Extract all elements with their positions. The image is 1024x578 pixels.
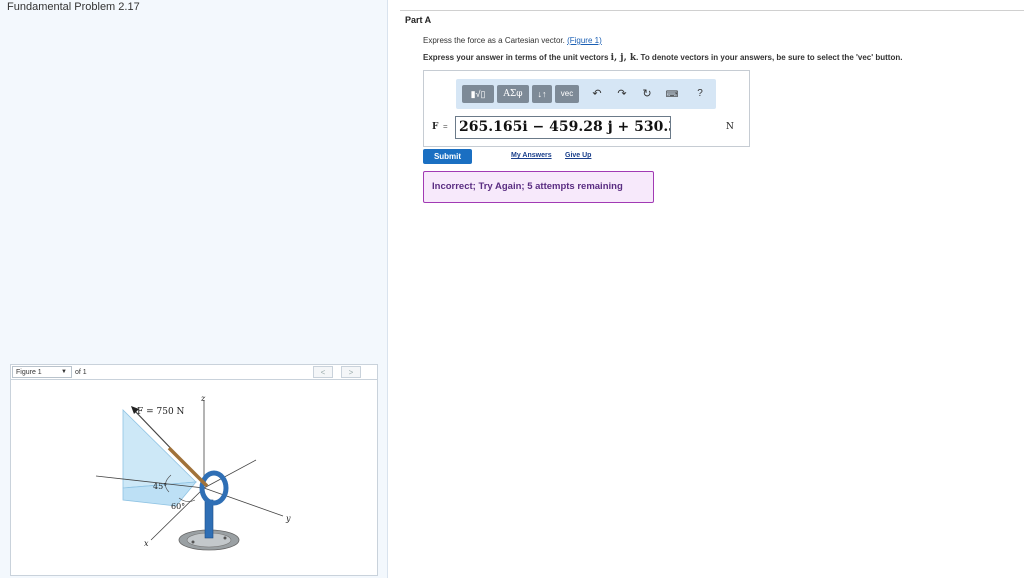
eyebolt-post xyxy=(204,499,214,539)
figure-prev-button[interactable]: < xyxy=(313,366,333,378)
undo-icon[interactable]: ↶ xyxy=(589,85,605,103)
figure-select[interactable]: Figure 1 ▼ xyxy=(12,366,72,378)
figure-count-label: of 1 xyxy=(75,369,87,376)
figure-next-button[interactable]: > xyxy=(341,366,361,378)
instruction-unit-vectors: Express your answer in terms of the unit… xyxy=(423,53,902,63)
y-axis-label: y xyxy=(285,514,291,523)
problem-title: Fundamental Problem 2.17 xyxy=(7,1,140,13)
math-toolbar: ▮√▯ ΑΣφ ↓↑ vec ↶ ↷ ↻ ⌨ ? xyxy=(456,79,716,109)
reset-icon[interactable]: ↻ xyxy=(639,85,655,103)
unit-vectors: i, j, k xyxy=(610,53,637,63)
figure-diagram: F = 750 N 45° 60° z y x xyxy=(95,394,291,551)
feedback-message: Incorrect; Try Again; 5 attempts remaini… xyxy=(423,171,654,203)
left-panel: Fundamental Problem 2.17 Figure 1 ▼ of 1… xyxy=(0,0,388,578)
force-plane-vertical xyxy=(122,409,197,489)
angle-label-45: 45° xyxy=(153,482,167,491)
instruction-2-prefix: Express your answer in terms of the unit… xyxy=(423,53,609,62)
bolt-icon xyxy=(191,540,195,544)
vec-button[interactable]: vec xyxy=(555,85,579,103)
templates-button[interactable]: ▮√▯ xyxy=(462,85,494,103)
submit-button[interactable]: Submit xyxy=(423,149,472,164)
symbols-button[interactable]: ΑΣφ xyxy=(497,85,529,103)
figure-navigation-bar: Figure 1 ▼ of 1 < > xyxy=(10,364,378,380)
x-axis-label: x xyxy=(144,539,149,548)
give-up-link[interactable]: Give Up xyxy=(565,152,591,159)
part-divider xyxy=(400,10,1024,11)
instruction-2-suffix: . To denote vectors in your answers, be … xyxy=(636,53,903,62)
figure-image-area: F = 750 N 45° 60° z y x xyxy=(10,380,378,576)
answer-input[interactable]: 265.165i − 459.28 j + 530.33k xyxy=(455,116,671,139)
angle-label-60: 60° xyxy=(171,502,185,511)
z-axis-label: z xyxy=(200,394,206,403)
eyebolt-ring xyxy=(199,470,229,506)
instruction-main: Express the force as a Cartesian vector. xyxy=(423,36,565,45)
keyboard-icon[interactable]: ⌨ xyxy=(664,85,680,103)
redo-icon[interactable]: ↷ xyxy=(614,85,630,103)
figure-select-label: Figure 1 xyxy=(16,369,42,376)
answer-unit: N xyxy=(726,122,734,132)
my-answers-link[interactable]: My Answers xyxy=(511,152,552,159)
answer-equals: = xyxy=(443,122,448,131)
help-icon[interactable]: ? xyxy=(692,85,708,103)
chevron-down-icon: ▼ xyxy=(61,369,67,375)
instruction-text: Express the force as a Cartesian vector.… xyxy=(423,36,602,45)
arrows-button[interactable]: ↓↑ xyxy=(532,85,552,103)
figure-link[interactable]: (Figure 1) xyxy=(567,36,602,45)
force-label: F = 750 N xyxy=(137,407,185,417)
bolt-icon xyxy=(223,536,227,540)
part-label: Part A xyxy=(405,15,432,25)
answer-box: ▮√▯ ΑΣφ ↓↑ vec ↶ ↷ ↻ ⌨ ? F = 265.165i − … xyxy=(423,70,750,147)
answer-variable: F xyxy=(432,122,439,132)
